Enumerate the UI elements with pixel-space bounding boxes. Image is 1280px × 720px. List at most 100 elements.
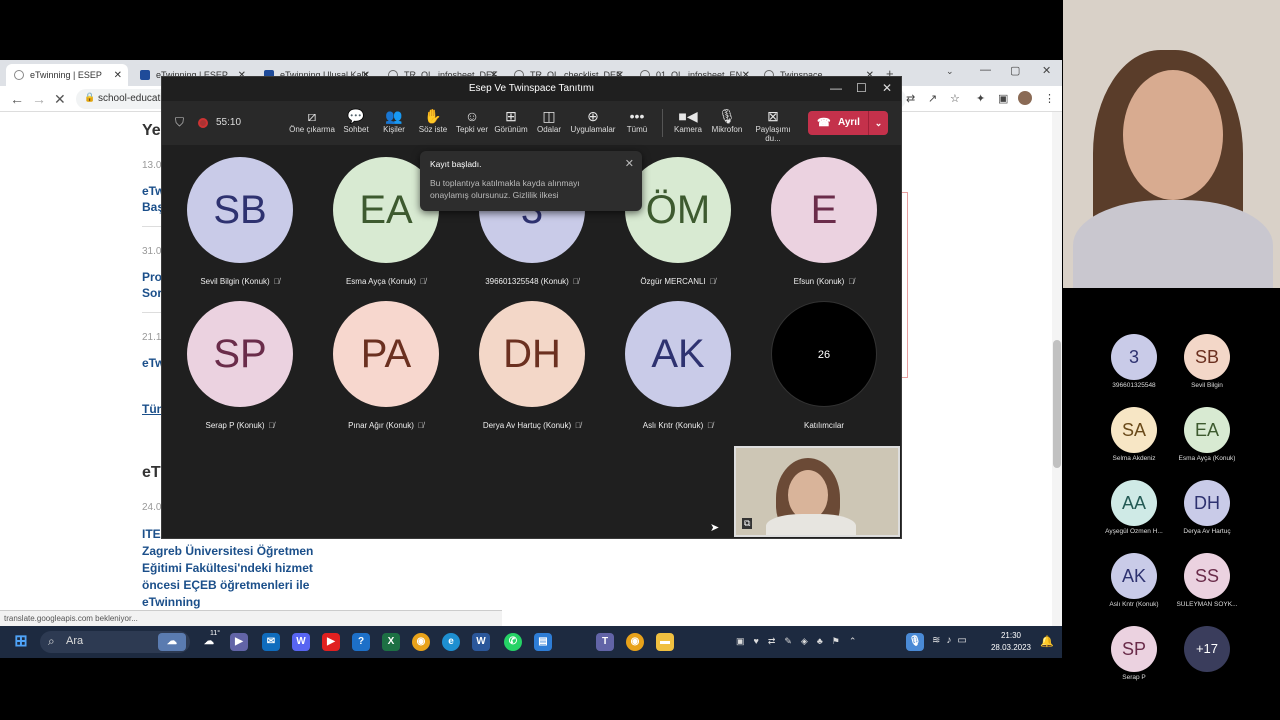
chrome-icon[interactable]: ◉ — [412, 633, 430, 651]
translate-icon[interactable]: ⇄ — [906, 92, 915, 105]
news-date: 24.0 — [142, 502, 162, 513]
microphone-icon: 🎙 — [718, 108, 736, 124]
more-participants-badge[interactable]: +17 — [1184, 626, 1230, 672]
article-title-line[interactable]: Zagreb Üniversitesi Öğretmen — [142, 544, 313, 558]
word-icon[interactable]: W — [472, 633, 490, 651]
forward-icon[interactable]: → — [32, 91, 46, 107]
side-participant-avatar[interactable]: AK — [1111, 553, 1157, 599]
side-participant-avatar[interactable]: 3 — [1111, 334, 1157, 380]
mic-off-icon: 🎙̸ — [273, 277, 280, 286]
participant-name: Aslı Kntr (Konuk) 🎙̸ — [642, 421, 714, 430]
microphone-icon[interactable]: 🎙 — [906, 633, 924, 651]
widget-icon[interactable]: ☁ — [158, 633, 186, 651]
maximize-icon[interactable]: ▢ — [1010, 64, 1020, 77]
chevron-down-icon[interactable]: ⌄ — [868, 111, 888, 135]
tab-0[interactable]: eTwinning | ESEP ✕ — [6, 64, 128, 86]
participant-name: 396601325548 (Konuk) 🎙̸ — [485, 277, 579, 286]
teams-icon[interactable]: T — [596, 633, 614, 651]
extensions-icon[interactable]: ✦ — [976, 92, 985, 105]
side-participant-name: Selma Akdeniz — [1112, 455, 1156, 462]
self-video-preview[interactable]: ⧉ — [734, 446, 900, 537]
tray-icons[interactable]: ▣♥⇄✎◈♣⚑⌃ — [736, 636, 865, 647]
app-icon[interactable]: W — [292, 633, 310, 651]
participant-count-tile[interactable]: 26 — [771, 301, 877, 407]
clock[interactable]: 21:30 28.03.2023 — [986, 630, 1036, 654]
whatsapp-icon[interactable]: ✆ — [504, 633, 522, 651]
article-title-line[interactable]: öncesi EÇEB öğretmenleri ile — [142, 578, 309, 592]
news-link[interactable]: Sor — [142, 286, 162, 300]
participant-avatar[interactable]: SP — [187, 301, 293, 407]
side-participant-avatar[interactable]: SB — [1184, 334, 1230, 380]
side-participant-avatar[interactable]: SS — [1184, 553, 1230, 599]
side-participant-avatar[interactable]: DH — [1184, 480, 1230, 526]
network-sound-battery-icons[interactable]: ≋♪▭ — [932, 635, 973, 646]
side-participant-avatar[interactable]: AA — [1111, 480, 1157, 526]
help-icon[interactable]: ? — [352, 633, 370, 651]
participant-avatar[interactable]: SB — [187, 157, 293, 263]
mic-off-icon: 🎙̸ — [572, 277, 579, 286]
participant-avatar[interactable]: PA — [333, 301, 439, 407]
maximize-icon[interactable]: ☐ — [856, 81, 867, 95]
side-participant-avatar[interactable]: EA — [1184, 407, 1230, 453]
side-participant-name: SÜLEYMAN SOYK... — [1176, 601, 1238, 608]
star-icon[interactable]: ☆ — [950, 92, 960, 105]
minimize-icon[interactable]: — — [980, 64, 991, 76]
status-bar: translate.googleapis.com bekleniyor... — [0, 610, 502, 626]
side-participant-avatar[interactable]: SP — [1111, 626, 1157, 672]
article-prefix[interactable]: ITE — [142, 527, 161, 541]
meeting-toolbar: ⛉ 55:10 ⧄ Öne çıkarma 💬 Sohbet 👥 Kişiler ✋ S… — [162, 101, 901, 145]
side-participant-name: 396601325548 — [1112, 382, 1156, 389]
tab-search-icon[interactable]: ⌄ — [946, 66, 954, 77]
mic-off-icon: 🎙̸ — [417, 421, 424, 430]
meet-icon[interactable]: ▶ — [230, 633, 248, 651]
leave-button[interactable]: ☎ Ayrıl ⌄ — [808, 111, 888, 135]
tool-stop-share[interactable]: ⊠ Paylaşımı du... — [747, 107, 799, 143]
folder-icon[interactable]: ▬ — [656, 633, 674, 651]
article-title-line[interactable]: eTwinning — [142, 595, 200, 609]
shield-icon[interactable]: ⛉ — [175, 115, 184, 130]
participant-avatar[interactable]: DH — [479, 301, 585, 407]
teams-meeting-window: Esep Ve Twinspace Tanıtımı — ☐ ✕ ⛉ 55:10… — [161, 76, 902, 539]
article-title-line[interactable]: Eğitimi Fakültesi'ndeki hizmet — [142, 561, 313, 575]
mail-icon[interactable]: ✉ — [262, 633, 280, 651]
side-participants-panel: 3 SB 396601325548 Sevil Bilgin SA EA Sel… — [1063, 288, 1280, 720]
youtube-icon[interactable]: ▶ — [322, 633, 340, 651]
back-icon[interactable]: ← — [10, 91, 24, 107]
menu-icon[interactable]: ⋮ — [1044, 92, 1055, 105]
phone-icon: ☎ — [817, 117, 831, 129]
news-link[interactable]: Pro — [142, 270, 162, 284]
scrollbar-thumb[interactable] — [1053, 340, 1061, 468]
news-date: 21.1 — [142, 332, 162, 343]
participant-avatar[interactable]: E — [771, 157, 877, 263]
participant-name: Serap P (Konuk) 🎙̸ — [205, 421, 275, 430]
edge-icon[interactable]: e — [442, 633, 460, 651]
sidepanel-icon[interactable]: ▣ — [998, 92, 1008, 105]
share-icon[interactable]: ↗ — [928, 92, 937, 105]
mouse-cursor-icon: ➤ — [710, 522, 720, 534]
minimize-icon[interactable]: — — [830, 81, 842, 95]
close-icon[interactable]: ✕ — [882, 81, 892, 95]
side-participant-avatar[interactable]: SA — [1111, 407, 1157, 453]
notification-icon[interactable]: 🔔 — [1040, 635, 1054, 648]
person-body — [1073, 200, 1273, 288]
video-settings-icon[interactable]: ⧉ — [742, 518, 753, 529]
close-icon[interactable]: ✕ — [625, 157, 634, 170]
stop-icon[interactable]: ✕ — [54, 91, 66, 108]
recording-notification: Kayıt başladı. Bu toplantıya katılmakla … — [420, 151, 642, 211]
section-heading: eT — [142, 464, 161, 481]
windows-start-icon[interactable]: ⊞ — [12, 633, 30, 651]
chrome-icon[interactable]: ◉ — [626, 633, 644, 651]
profile-avatar[interactable] — [1018, 91, 1032, 105]
person-face — [1123, 70, 1223, 200]
excel-icon[interactable]: X — [382, 633, 400, 651]
mic-off-icon: 🎙̸ — [575, 421, 582, 430]
tool-more[interactable]: ••• Tümü — [611, 107, 663, 134]
participant-avatar[interactable]: AK — [625, 301, 731, 407]
news-date: 13.0 — [142, 160, 162, 171]
meeting-timer: 55:10 — [216, 117, 242, 128]
tool-microphone[interactable]: 🎙 Mikrofon — [701, 107, 753, 134]
store-icon[interactable]: ▤ — [534, 633, 552, 651]
close-window-icon[interactable]: ✕ — [1042, 64, 1051, 77]
close-tab-icon[interactable]: ✕ — [114, 70, 122, 81]
divider — [142, 312, 162, 313]
